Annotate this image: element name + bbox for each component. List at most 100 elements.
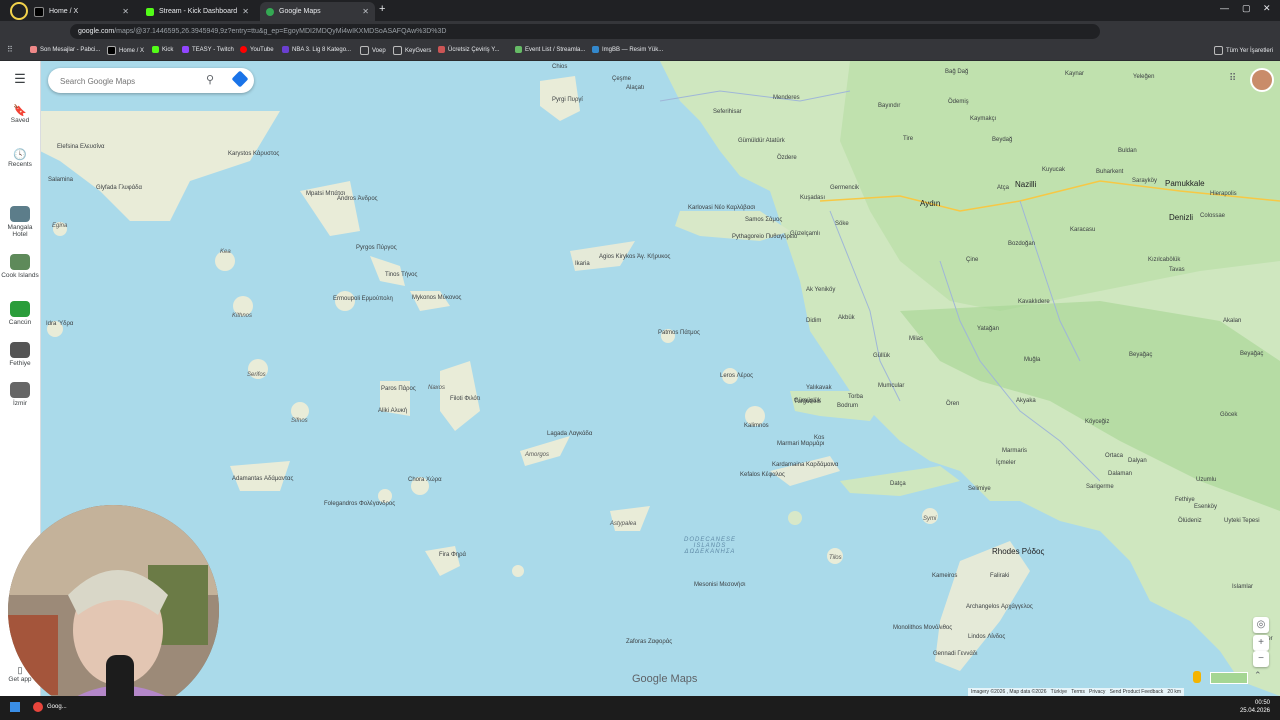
close-tab-icon[interactable]: ✕ [362, 7, 369, 16]
map-label[interactable]: Glyfada Γλυφάδα [96, 185, 142, 191]
chrome-taskbar-icon[interactable] [33, 702, 43, 712]
map-label[interactable]: Mykonos Μύκονος [412, 295, 461, 301]
map-label[interactable]: Torba [848, 394, 863, 400]
map-label[interactable]: Kızılcabölük [1148, 257, 1180, 263]
map-label[interactable]: Milas [909, 336, 923, 342]
map-label[interactable]: Karlovasi Νέο Καρλόβασι [688, 205, 755, 211]
map-label[interactable]: Amorgos [525, 452, 549, 458]
map-label[interactable]: Leros Λέρος [720, 373, 753, 379]
map-label[interactable]: Kuyucak [1042, 167, 1065, 173]
bookmark-item[interactable]: NBA 3. Lig 8 Katego... [282, 46, 351, 53]
tab-home-x[interactable]: Home / X ✕ [28, 2, 135, 21]
new-tab-icon[interactable]: + [379, 3, 385, 15]
tab-google-maps[interactable]: Google Maps ✕ [260, 2, 375, 21]
map-label[interactable]: Pamukkale [1165, 179, 1205, 188]
map-label[interactable]: Bayındır [878, 103, 900, 109]
map-label[interactable]: İçmeler [996, 460, 1016, 466]
map-label[interactable]: Kithnos [232, 313, 252, 319]
close-tab-icon[interactable]: ✕ [122, 7, 129, 16]
map-label[interactable]: Nazilli [1015, 180, 1036, 189]
feedback-link[interactable]: Send Product Feedback [1110, 689, 1164, 695]
recent-place[interactable]: Mangala Hotel [0, 206, 40, 238]
bookmark-item[interactable]: Kick [152, 46, 173, 53]
map-label[interactable]: Mesonisi Μεσονήσι [694, 582, 745, 588]
menu-button[interactable]: ☰ [0, 71, 40, 87]
map-label[interactable]: Sarigerme [1086, 484, 1114, 490]
close-window-icon[interactable]: ✕ [1263, 3, 1271, 14]
map-label[interactable]: Aliki Αλυκή [378, 408, 407, 414]
map-label[interactable]: Akbük [838, 315, 855, 321]
map-label[interactable]: Kaymakçı [970, 116, 996, 122]
bookmark-item[interactable]: Voep [360, 46, 386, 55]
map-label[interactable]: Karystos Κάρυστος [228, 151, 279, 157]
bookmark-item[interactable]: Home / X [107, 46, 144, 55]
bookmark-item[interactable]: Event List / Streamla... [515, 46, 585, 53]
recent-place[interactable]: Cook Islands [0, 254, 40, 279]
map-label[interactable]: Samos Σάμος [745, 217, 782, 223]
bookmark-item[interactable]: Ücretsiz Çeviriş Y... [438, 46, 499, 53]
map-label[interactable]: Paros Πάρος [381, 386, 416, 392]
close-tab-icon[interactable]: ✕ [242, 7, 249, 16]
map-label[interactable]: Tavas [1169, 267, 1185, 273]
map-label[interactable]: Pyrgi Πυργί [552, 97, 583, 103]
map-label[interactable]: Uyteki Tepesi [1224, 518, 1260, 524]
bookmark-item[interactable]: TEASY - Twitch [182, 46, 234, 53]
map-label[interactable]: Köyceğiz [1085, 419, 1109, 425]
my-location-icon[interactable]: ◎ [1253, 617, 1269, 633]
directions-icon[interactable] [231, 70, 249, 88]
map-label[interactable]: Idra Ύδρα [46, 321, 73, 327]
map-label[interactable]: Kefalos Κέφαλος [740, 472, 785, 478]
google-apps-icon[interactable]: ⠿ [1229, 73, 1236, 84]
all-bookmarks[interactable]: Tüm Yer İşaretleri [1214, 46, 1273, 55]
map-label[interactable]: Faliraki [990, 573, 1009, 579]
map-label[interactable]: Kardamaina Καρδάμαινα [772, 462, 838, 468]
map-label[interactable]: Dalyan [1128, 458, 1147, 464]
map-label[interactable]: Adamantas Αδάμαντας [232, 476, 293, 482]
map-label[interactable]: Salamina [48, 177, 73, 183]
map-label[interactable]: Fethiye [1175, 497, 1195, 503]
saved-button[interactable]: 🔖 Saved [0, 104, 40, 124]
map-label[interactable]: Ikaria [575, 261, 590, 267]
bookmark-item[interactable]: KeyGvers [393, 46, 431, 55]
map-label[interactable]: Buharkent [1096, 169, 1123, 175]
map-label[interactable]: Kameiros [932, 573, 957, 579]
map-label[interactable]: Colossae [1200, 213, 1225, 219]
recent-place[interactable]: Fethiye [0, 342, 40, 367]
map-label[interactable]: Beydağ [992, 137, 1012, 143]
map-label[interactable]: Kaynar [1065, 71, 1084, 77]
map-label[interactable]: Chora Χώρα [408, 477, 442, 483]
search-input[interactable] [58, 73, 202, 89]
map-label[interactable]: Çine [966, 257, 978, 263]
expand-up-icon[interactable]: ⌃ [1254, 670, 1262, 681]
map-label[interactable]: Gennadi Γεννάδι [933, 651, 977, 657]
map-label[interactable]: Folegandros Φολέγανδρος [324, 501, 395, 507]
map-label[interactable]: Akyaka [1016, 398, 1036, 404]
map-label[interactable]: Yalıkavak [806, 385, 832, 391]
map-label[interactable]: Özdere [777, 155, 797, 161]
bookmark-item[interactable]: ImgBB — Resim Yük... [592, 46, 663, 53]
map-label[interactable]: Chios [552, 64, 567, 70]
map-label[interactable]: Göcek [1220, 412, 1237, 418]
map-label[interactable]: Bodrum [837, 403, 858, 409]
map-label[interactable]: Ortaca [1105, 453, 1123, 459]
map-label[interactable]: Sifnos [291, 418, 308, 424]
terms-link[interactable]: Terms [1071, 689, 1085, 695]
map-label[interactable]: Kea [220, 249, 231, 255]
tab-kick-dashboard[interactable]: Stream - Kick Dashboard ✕ [140, 2, 255, 21]
map-label[interactable]: Ören [946, 401, 959, 407]
map-label[interactable]: Dalaman [1108, 471, 1132, 477]
url-bar[interactable]: google.com/maps/@37.1446595,26.3945949,9… [70, 24, 1100, 39]
map-label[interactable]: Elefsina Ελευσίνα [57, 144, 104, 150]
pegman-icon[interactable] [1193, 671, 1201, 683]
bookmark-item[interactable]: YouTube [240, 46, 274, 53]
map-label[interactable]: Alaçatı [626, 85, 644, 91]
map-label[interactable]: Patmos Πάτμος [658, 330, 700, 336]
map-label[interactable]: Didim [806, 318, 821, 324]
map-label[interactable]: Filoti Φιλότι [450, 396, 480, 402]
recent-place[interactable]: İzmir [0, 382, 40, 407]
map-label[interactable]: Kavaklıdere [1018, 299, 1050, 305]
map-label[interactable]: Bağ Dağ [945, 69, 968, 75]
chrome-taskbar-label[interactable]: Goog... [47, 704, 67, 710]
map-label[interactable]: Yatağan [977, 326, 999, 332]
map-label[interactable]: Datça [890, 481, 906, 487]
